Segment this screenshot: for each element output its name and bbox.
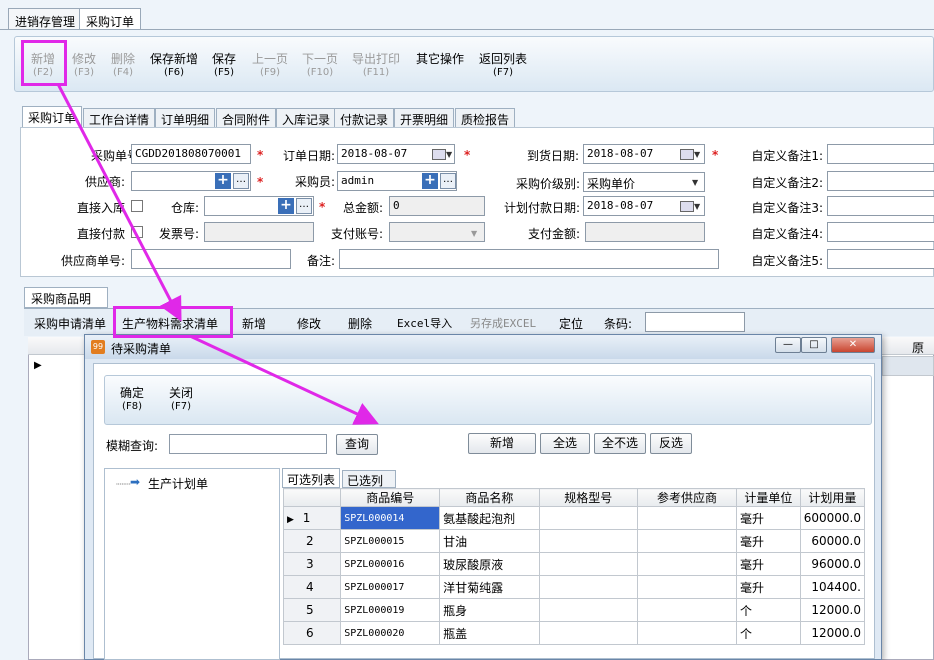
arrow-line	[56, 83, 182, 322]
arrow-line	[189, 334, 379, 425]
annotation-arrows	[56, 83, 379, 425]
